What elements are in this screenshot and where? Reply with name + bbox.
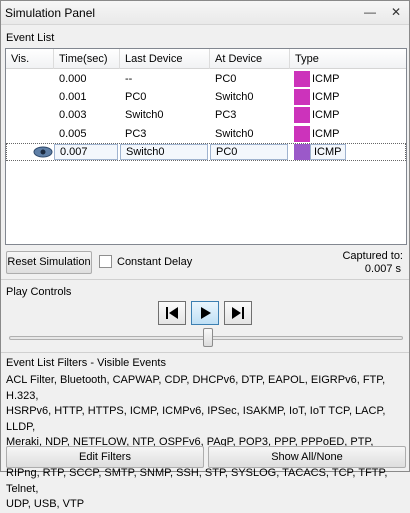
filters-label: Event List Filters - Visible Events [6, 357, 166, 369]
window-title: Simulation Panel [5, 6, 96, 20]
filters-line: UDP, USB, VTP [6, 498, 85, 510]
filters-line: ACL Filter, Bluetooth, CAPWAP, CDP, DHCP… [6, 374, 386, 402]
close-button[interactable]: ✕ [383, 3, 409, 21]
type-color-swatch [294, 89, 310, 106]
event-row[interactable]: 0.007 Switch0 PC0 ICMP [6, 142, 406, 161]
column-header-last-device[interactable]: Last Device [120, 49, 210, 69]
last-device-cell: -- [125, 73, 133, 85]
last-device-cell: PC3 [125, 127, 147, 140]
at-device-cell: Switch0 [215, 91, 254, 104]
last-device-cell: Switch0 [120, 143, 208, 160]
event-list-table[interactable]: Vis. Time(sec) Last Device At Device Typ… [5, 48, 407, 245]
time-cell: 0.005 [59, 127, 87, 140]
type-color-swatch [294, 107, 310, 124]
column-header-vis[interactable]: Vis. [6, 49, 54, 69]
play-button[interactable] [191, 301, 219, 325]
step-back-icon [166, 307, 178, 319]
simulation-panel-window: Simulation Panel — ✕ Event List Vis. Tim… [0, 0, 410, 510]
type-color-swatch [294, 125, 310, 142]
reset-simulation-button[interactable]: Reset Simulation [6, 251, 92, 274]
type-cell: ICMP [312, 127, 340, 140]
step-back-button[interactable] [158, 301, 186, 325]
time-cell: 0.000 [59, 73, 87, 85]
event-row[interactable]: 0.005 PC3 Switch0 ICMP [6, 125, 406, 143]
last-device-cell: Switch0 [125, 109, 164, 122]
constant-delay-label: Constant Delay [117, 256, 193, 268]
step-forward-icon [232, 307, 244, 319]
eye-icon [33, 146, 53, 158]
event-row[interactable]: 0.000 -- PC0 ICMP [6, 70, 406, 88]
column-header-at-device[interactable]: At Device [210, 49, 290, 69]
at-device-cell: PC3 [215, 109, 237, 122]
visible-events-list: ACL Filter, Bluetooth, CAPWAP, CDP, DHCP… [6, 373, 406, 513]
event-list-label: Event List [6, 32, 55, 44]
at-device-cell: PC0 [215, 73, 237, 85]
at-device-cell: PC0 [210, 143, 288, 160]
playback-speed-slider-thumb[interactable] [203, 328, 213, 347]
section-divider [1, 352, 409, 353]
time-cell: 0.003 [59, 109, 87, 122]
section-divider [1, 279, 409, 280]
captured-to-label: Captured to: [342, 250, 403, 262]
last-device-cell: PC0 [125, 91, 147, 104]
type-cell: ICMP [312, 91, 340, 104]
play-controls-label: Play Controls [6, 286, 72, 298]
type-color-swatch [294, 71, 310, 87]
constant-delay-checkbox[interactable] [99, 255, 112, 268]
type-color-swatch [294, 143, 310, 160]
time-cell: 0.007 [54, 143, 118, 160]
captured-to-value: 0.007 s [364, 263, 401, 275]
event-row[interactable]: 0.001 PC0 Switch0 ICMP [6, 88, 406, 106]
show-all-none-button[interactable]: Show All/None [208, 446, 406, 468]
time-cell: 0.001 [59, 91, 87, 104]
play-icon [201, 307, 211, 319]
type-cell: ICMP [312, 109, 340, 122]
at-device-cell: Switch0 [215, 127, 254, 140]
type-cell: ICMP [312, 73, 340, 85]
table-header: Vis. Time(sec) Last Device At Device Typ… [6, 49, 406, 69]
event-row[interactable]: 0.003 Switch0 PC3 ICMP [6, 106, 406, 124]
minimize-button[interactable]: — [357, 3, 383, 21]
step-forward-button[interactable] [224, 301, 252, 325]
type-cell: ICMP [310, 143, 346, 160]
column-header-type[interactable]: Type [290, 49, 406, 69]
filters-line: HSRPv6, HTTP, HTTPS, ICMP, ICMPv6, IPSec… [6, 405, 386, 433]
title-bar: Simulation Panel — ✕ [1, 1, 409, 25]
column-header-time[interactable]: Time(sec) [54, 49, 120, 69]
filters-line: RIPng, RTP, SCCP, SMTP, SNMP, SSH, STP, … [6, 467, 388, 495]
edit-filters-button[interactable]: Edit Filters [6, 446, 204, 468]
